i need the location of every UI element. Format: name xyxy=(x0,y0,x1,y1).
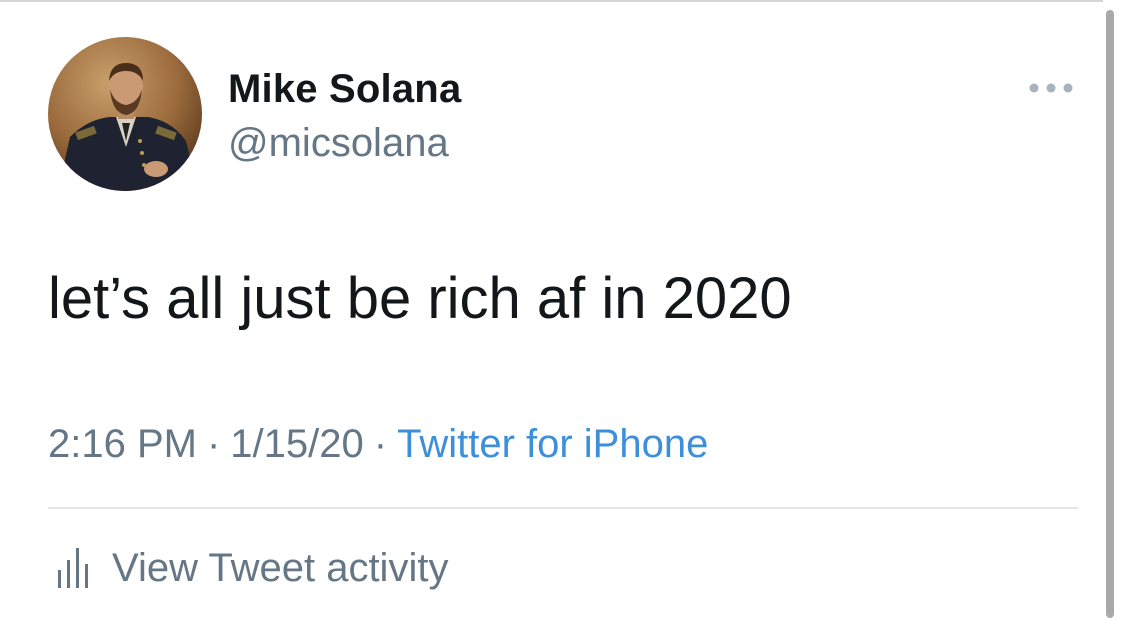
display-name[interactable]: Mike Solana xyxy=(228,66,461,112)
meta-separator: · xyxy=(206,422,221,466)
scrollbar-thumb[interactable] xyxy=(1106,10,1114,618)
view-tweet-activity-label: View Tweet activity xyxy=(112,546,449,590)
tweet-source-link[interactable]: Twitter for iPhone xyxy=(397,422,708,466)
more-icon[interactable] xyxy=(1028,76,1074,100)
view-tweet-activity-button[interactable]: View Tweet activity xyxy=(56,543,448,593)
top-border xyxy=(0,0,1125,2)
bar-chart-icon xyxy=(58,548,88,588)
handle[interactable]: @micsolana xyxy=(228,120,449,166)
tweet-text: let’s all just be rich af in 2020 xyxy=(48,266,792,331)
tweet-date[interactable]: 1/15/20 xyxy=(230,422,363,466)
tweet-time[interactable]: 2:16 PM xyxy=(48,422,197,466)
avatar-portrait xyxy=(48,37,202,191)
divider xyxy=(48,507,1078,509)
avatar[interactable] xyxy=(48,37,202,191)
meta-separator: · xyxy=(373,422,388,466)
tweet-meta: 2:16 PM · 1/15/20 · Twitter for iPhone xyxy=(48,420,708,468)
ellipsis-icon xyxy=(1029,83,1073,93)
